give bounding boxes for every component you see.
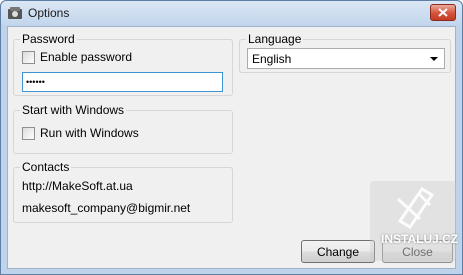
window-close-button[interactable] [430, 4, 456, 21]
language-group-title: Language [246, 32, 304, 46]
language-select[interactable]: English [247, 48, 445, 69]
app-icon [8, 7, 22, 19]
options-window: Options Password Enable password •••••• … [0, 0, 463, 275]
watermark-icon [396, 186, 435, 230]
chevron-down-icon[interactable] [430, 57, 438, 61]
enable-password-checkbox[interactable] [22, 50, 35, 64]
contact-email[interactable]: makesoft_company@bigmir.net [22, 201, 190, 215]
watermark-logo [370, 181, 456, 261]
start-with-windows-group-title: Start with Windows [20, 103, 127, 117]
password-input[interactable]: •••••• [22, 72, 223, 92]
contacts-group: Contacts http://MakeSoft.at.ua makesoft_… [13, 160, 233, 223]
run-with-windows-checkbox[interactable] [22, 126, 35, 140]
password-group: Password Enable password •••••• [13, 32, 233, 96]
run-with-windows-label: Run with Windows [40, 126, 139, 140]
enable-password-option[interactable]: Enable password [22, 50, 132, 64]
run-with-windows-option[interactable]: Run with Windows [22, 126, 139, 140]
contacts-group-title: Contacts [20, 160, 72, 174]
language-group: Language English [239, 32, 451, 73]
start-with-windows-group: Start with Windows Run with Windows [13, 103, 233, 154]
password-value: •••••• [26, 77, 45, 87]
change-button[interactable]: Change [301, 240, 375, 263]
window-title: Options [28, 6, 70, 20]
contact-website[interactable]: http://MakeSoft.at.ua [22, 179, 133, 193]
close-icon [438, 8, 448, 17]
watermark-text: INSTALUJ.CZ [381, 232, 459, 246]
enable-password-label: Enable password [40, 50, 133, 64]
password-group-title: Password [20, 32, 77, 46]
title-bar[interactable]: Options [1, 1, 462, 25]
language-selected: English [252, 51, 292, 66]
